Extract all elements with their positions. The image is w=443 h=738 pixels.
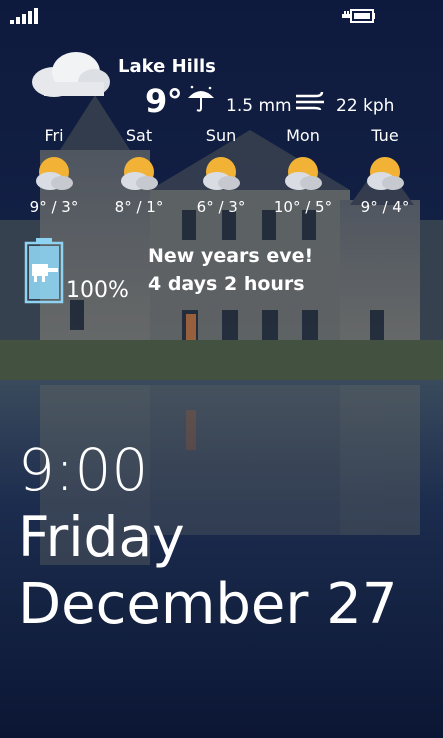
forecast-temperature-range: 10° / 5° <box>273 198 333 216</box>
precipitation-amount: 1.5 mm <box>226 96 292 116</box>
wind-speed: 22 kph <box>336 96 395 116</box>
status-bar <box>0 6 443 26</box>
forecast-temperature-range: 8° / 1° <box>114 198 164 216</box>
battery-charging-icon <box>24 238 64 304</box>
forecast-day-label: Sun <box>205 126 237 145</box>
event-title: New years eve! <box>148 245 314 267</box>
partly-cloudy-icon <box>203 157 240 190</box>
cloud-icon <box>32 52 110 97</box>
forecast-day: Mon 10° / 5° <box>263 126 343 216</box>
event-time-remaining: 4 days 2 hours <box>148 273 305 295</box>
weather-location: Lake Hills <box>118 56 216 77</box>
umbrella-rain-icon <box>188 85 214 112</box>
forecast-day-label: Fri <box>44 126 64 145</box>
forecast-temperature-range: 9° / 3° <box>29 198 79 216</box>
partly-cloudy-icon <box>36 157 73 190</box>
signal-strength-icon <box>10 8 38 24</box>
forecast-day: Fri 9° / 3° <box>14 126 94 216</box>
forecast-day: Tue 9° / 4° <box>345 126 425 216</box>
forecast-day-label: Tue <box>371 126 399 145</box>
forecast-temperature-range: 6° / 3° <box>196 198 246 216</box>
lock-screen: Lake Hills 9° 1.5 mm 22 kph Fri 9° / 3° … <box>0 0 443 738</box>
forecast-day-label: Mon <box>286 126 320 145</box>
partly-cloudy-icon <box>367 157 404 190</box>
partly-cloudy-icon <box>285 157 322 190</box>
forecast-day-label: Sat <box>125 126 153 145</box>
forecast-temperature-range: 9° / 4° <box>360 198 410 216</box>
event-countdown: New years eve! 4 days 2 hours <box>148 242 313 298</box>
battery-charging-icon <box>342 9 375 23</box>
clock-weekday: Friday <box>18 505 185 569</box>
partly-cloudy-icon <box>121 157 158 190</box>
clock-date: December 27 <box>18 572 398 637</box>
clock-time: 9:00 <box>18 436 149 504</box>
forecast-day: Sun 6° / 3° <box>181 126 261 216</box>
forecast-day: Sat 8° / 1° <box>99 126 179 216</box>
battery-percentage: 100% <box>66 278 129 303</box>
wind-icon <box>296 92 324 110</box>
current-temperature: 9° <box>145 82 183 120</box>
